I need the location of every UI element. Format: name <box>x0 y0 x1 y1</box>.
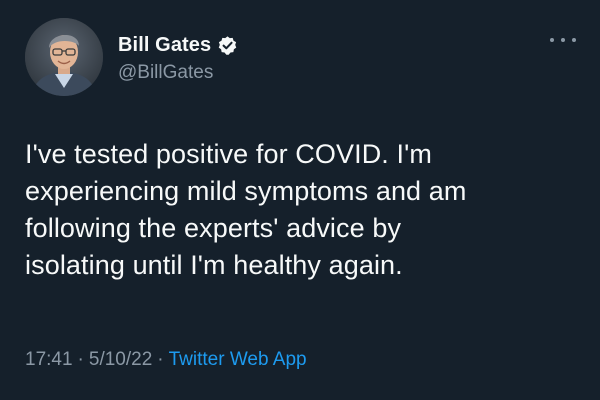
tweet-text-line: experiencing mild symptoms and am <box>25 176 467 206</box>
avatar[interactable] <box>25 18 103 96</box>
tweet-text-line: following the experts' advice by <box>25 213 402 243</box>
verified-badge-icon <box>217 35 238 56</box>
author-name-row: Bill Gates <box>118 33 238 57</box>
dot-icon <box>550 38 554 42</box>
tweet-text: I've tested positive for COVID. I'm expe… <box>25 136 580 284</box>
profile-photo-icon <box>25 18 103 96</box>
tweet-text-line: I've tested positive for COVID. I'm <box>25 139 432 169</box>
author-display-name[interactable]: Bill Gates <box>118 34 211 57</box>
tweet-source-link[interactable]: Twitter Web App <box>169 349 307 370</box>
more-options-icon[interactable] <box>550 33 576 47</box>
tweet-text-line: isolating until I'm healthy again. <box>25 250 403 280</box>
separator: · <box>157 349 164 370</box>
tweet-card: Bill Gates @BillGates I've tested positi… <box>0 0 600 400</box>
tweet-metadata: 17:41 · 5/10/22 · Twitter Web App <box>25 349 307 371</box>
dot-icon <box>561 38 565 42</box>
tweet-time[interactable]: 17:41 <box>25 349 73 370</box>
author-handle[interactable]: @BillGates <box>118 62 213 84</box>
dot-icon <box>572 38 576 42</box>
separator: · <box>77 349 84 370</box>
tweet-date[interactable]: 5/10/22 <box>89 349 152 370</box>
